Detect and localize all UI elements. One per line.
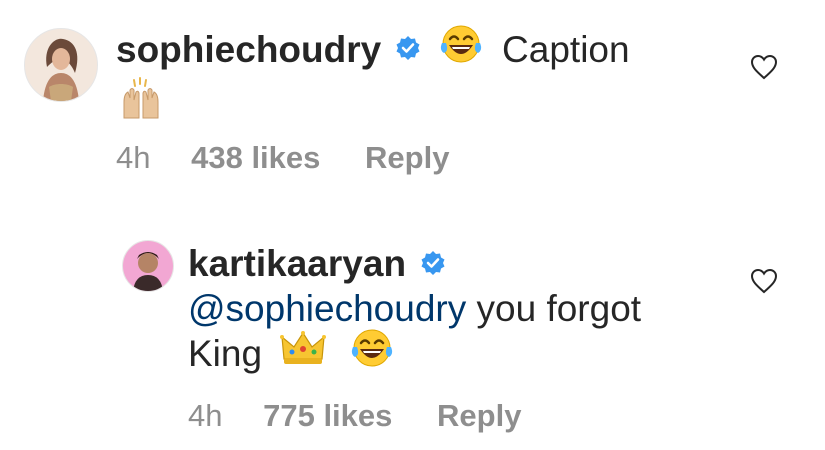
reply-button[interactable]: Reply [365,140,449,176]
comment-2-text: kartikaaryan @sophiechoudry you forgot K… [188,241,641,379]
raising-hands-emoji-icon [118,74,164,125]
laughing-tears-emoji-icon [349,327,395,379]
verified-badge-icon [420,241,446,286]
likes-count[interactable]: 775 likes [263,398,392,434]
crown-emoji-icon [280,329,327,377]
mention-link[interactable]: @sophiechoudry [188,288,466,329]
username[interactable]: sophiechoudry [116,29,381,70]
comment-1-meta: 4h 438 likes Reply [116,140,449,176]
avatar-sophiechoudry[interactable] [24,28,98,102]
comment-1-text: sophiechoudry Caption [116,25,630,75]
comment-2-meta: 4h 775 likes Reply [188,398,521,434]
timestamp: 4h [116,140,151,175]
comment-text: you forgot [476,288,642,329]
avatar-kartikaaryan[interactable] [122,240,174,292]
like-heart-icon[interactable] [750,54,778,80]
likes-count[interactable]: 438 likes [191,140,320,176]
reply-button[interactable]: Reply [437,398,521,434]
verified-badge-icon [395,27,421,71]
comment-text-line-2: King [188,333,263,374]
laughing-tears-emoji-icon [438,23,484,75]
like-heart-icon[interactable] [750,268,778,294]
timestamp: 4h [188,398,223,433]
comment-text: Caption [502,29,630,70]
username[interactable]: kartikaaryan [188,243,406,284]
